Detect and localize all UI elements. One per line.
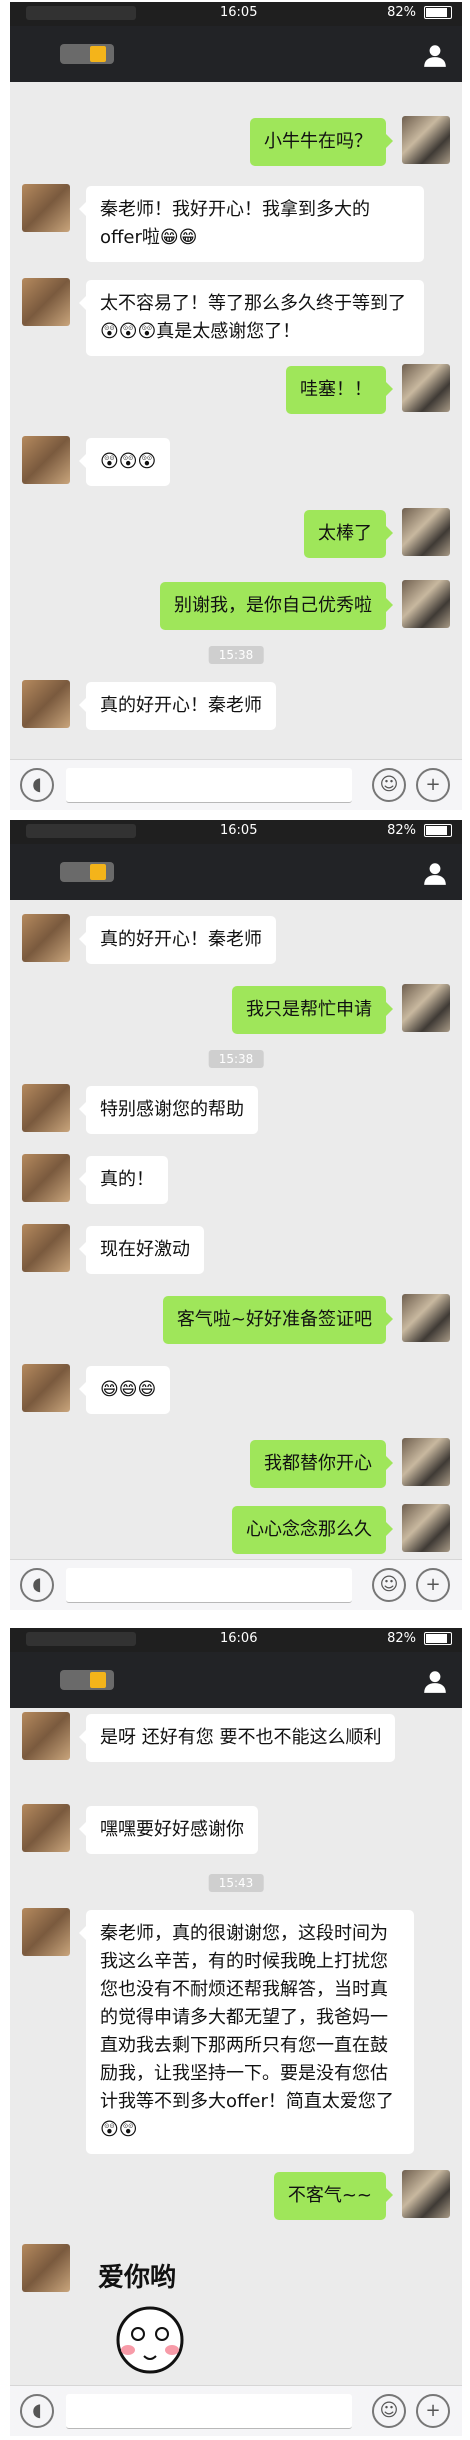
avatar[interactable] [22, 2244, 70, 2292]
avatar[interactable] [22, 1804, 70, 1852]
chat-header [10, 1652, 462, 1708]
message-bubble[interactable]: 太棒了 [304, 510, 393, 558]
timestamp: 15:38 [208, 646, 264, 664]
battery-icon [424, 6, 452, 19]
message-bubble[interactable]: 我只是帮忙申请 [232, 986, 393, 1034]
message-bubble[interactable]: 客气啦~好好准备签证吧 [162, 1296, 394, 1344]
input-toolbar: ◖ ☺ + [10, 2385, 462, 2436]
status-time: 16:06 [220, 1631, 258, 1646]
contact-name [60, 44, 114, 64]
battery-icon [424, 1632, 452, 1645]
avatar[interactable] [22, 1908, 70, 1956]
avatar[interactable] [402, 2170, 450, 2218]
message-bubble[interactable]: 不客气~~ [273, 2172, 394, 2220]
chat-screen-2: 16:05 82% 真的好开心！秦老师 我只是帮忙申请 15:38 特别感谢您的… [10, 820, 462, 1610]
message-bubble[interactable]: 真的！ [79, 1156, 168, 1204]
avatar[interactable] [22, 1364, 70, 1412]
battery-percent: 82% [387, 1631, 416, 1646]
message-bubble[interactable]: 真的好开心！秦老师 [79, 916, 276, 964]
avatar[interactable] [22, 1224, 70, 1272]
person-icon[interactable] [422, 1668, 448, 1694]
message-bubble[interactable]: 现在好激动 [79, 1226, 204, 1274]
status-bar: 16:05 82% [10, 820, 462, 844]
timestamp: 15:38 [208, 1050, 264, 1068]
battery-percent: 82% [387, 5, 416, 20]
message-input[interactable] [66, 768, 352, 803]
voice-icon[interactable]: ◖ [20, 2394, 54, 2428]
message-bubble[interactable]: 嘿嘿要好好感谢你 [79, 1806, 258, 1854]
voice-icon[interactable]: ◖ [20, 1568, 54, 1602]
avatar[interactable] [22, 436, 70, 484]
person-icon[interactable] [422, 860, 448, 886]
message-bubble[interactable]: 哇塞！！ [286, 366, 393, 414]
plus-icon[interactable]: + [416, 768, 450, 802]
love-you-sticker[interactable]: 爱你哟 [80, 2256, 240, 2376]
chat-header [10, 26, 462, 82]
smile-icon[interactable]: ☺ [372, 768, 406, 802]
avatar[interactable] [22, 184, 70, 232]
avatar[interactable] [402, 984, 450, 1032]
avatar[interactable] [402, 508, 450, 556]
avatar[interactable] [402, 1504, 450, 1552]
chat-header [10, 844, 462, 900]
avatar[interactable] [22, 1712, 70, 1760]
plus-icon[interactable]: + [416, 2394, 450, 2428]
message-bubble[interactable]: 特别感谢您的帮助 [79, 1086, 258, 1134]
avatar[interactable] [402, 364, 450, 412]
message-bubble[interactable]: 我都替你开心 [250, 1440, 393, 1488]
carrier-text [26, 6, 136, 20]
person-icon[interactable] [422, 42, 448, 68]
battery-percent: 82% [387, 823, 416, 838]
sticker-caption: 爱你哟 [98, 2263, 176, 2293]
battery-icon [424, 824, 452, 837]
message-bubble[interactable]: 心心念念那么久 [232, 1506, 393, 1554]
voice-icon[interactable]: ◖ [20, 768, 54, 802]
status-time: 16:05 [220, 5, 258, 20]
smile-icon[interactable]: ☺ [372, 2394, 406, 2428]
smile-icon[interactable]: ☺ [372, 1568, 406, 1602]
avatar[interactable] [402, 116, 450, 164]
chat-screen-3: 16:06 82% 是呀 还好有您 要不也不能这么顺利 嘿嘿要好好感谢你 15:… [10, 1628, 462, 2436]
status-bar: 16:05 82% [10, 2, 462, 26]
message-bubble[interactable]: 😄😄😄 [78, 1366, 171, 1414]
message-input[interactable] [66, 2394, 352, 2429]
message-input[interactable] [66, 1568, 352, 1603]
message-bubble[interactable]: 太不容易了！等了那么多久终于等到了😲😲😲真是太感谢您了！ [79, 280, 424, 356]
carrier-text [26, 1632, 136, 1646]
message-bubble[interactable]: 别谢我，是你自己优秀啦 [160, 582, 393, 630]
avatar[interactable] [22, 1084, 70, 1132]
avatar[interactable] [22, 278, 70, 326]
avatar[interactable] [402, 580, 450, 628]
plus-icon[interactable]: + [416, 1568, 450, 1602]
timestamp: 15:43 [208, 1874, 264, 1892]
avatar[interactable] [22, 680, 70, 728]
chat-screen-1: 16:05 82% 小牛牛在吗？ 秦老师！我好开心！我拿到多大的offer啦😁😁… [10, 2, 462, 810]
carrier-text [26, 824, 136, 838]
message-bubble[interactable]: 是呀 还好有您 要不也不能这么顺利 [78, 1714, 396, 1762]
message-bubble[interactable]: 真的好开心！秦老师 [79, 682, 276, 730]
status-bar: 16:06 82% [10, 1628, 462, 1652]
message-bubble[interactable]: 小牛牛在吗？ [250, 118, 393, 166]
avatar[interactable] [22, 1154, 70, 1202]
message-bubble[interactable]: 秦老师，真的很谢谢您，这段时间为我这么辛苦，有的时候我晚上打扰您您也没有不耐烦还… [79, 1910, 414, 2154]
contact-name [60, 1670, 114, 1690]
contact-name [60, 862, 114, 882]
input-toolbar: ◖ ☺ + [10, 759, 462, 810]
avatar[interactable] [402, 1438, 450, 1486]
message-bubble[interactable]: 😲😲😲 [78, 438, 171, 486]
avatar[interactable] [22, 914, 70, 962]
status-time: 16:05 [220, 823, 258, 838]
avatar[interactable] [402, 1294, 450, 1342]
message-bubble[interactable]: 秦老师！我好开心！我拿到多大的offer啦😁😁 [79, 186, 424, 262]
input-toolbar: ◖ ☺ + [10, 1559, 462, 1610]
